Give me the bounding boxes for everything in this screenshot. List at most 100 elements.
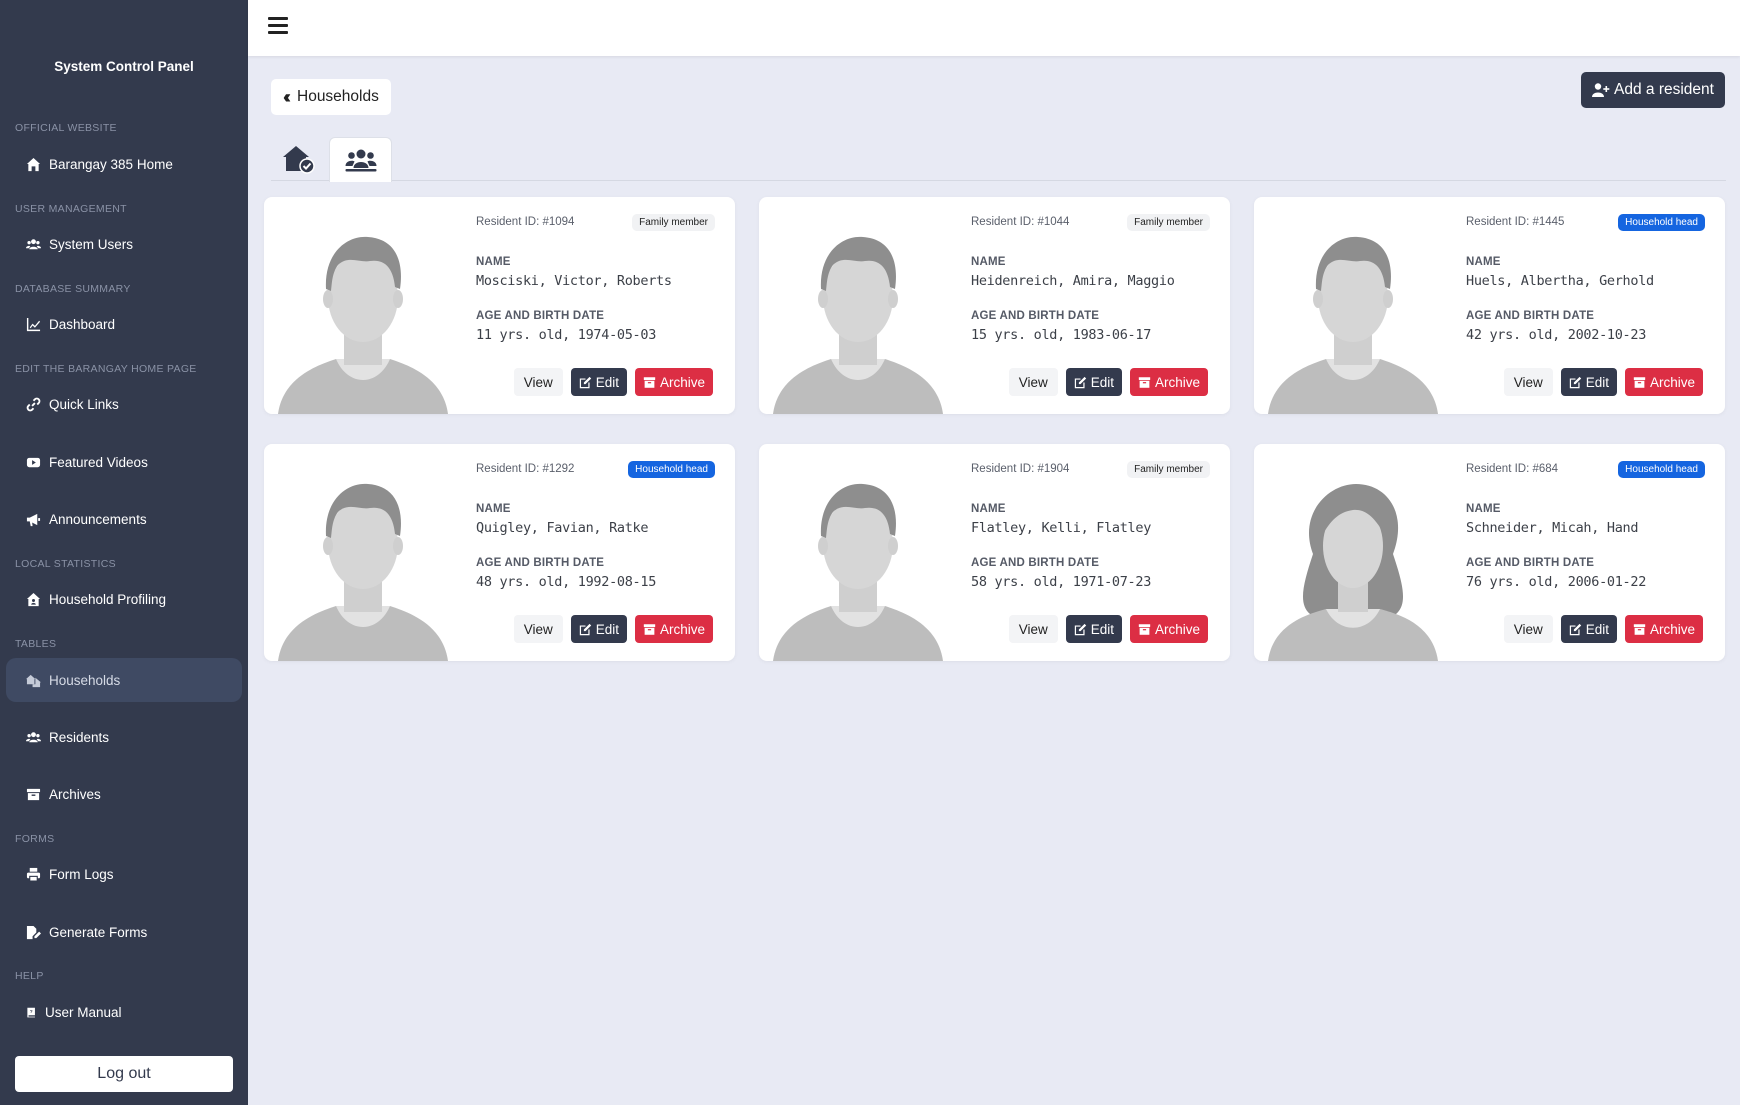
edit-label: Edit: [1585, 374, 1609, 390]
view-button[interactable]: View: [513, 615, 563, 643]
user-plus-icon: [1592, 83, 1610, 97]
brand-title: System Control Panel: [54, 59, 194, 74]
sidebar-item-system-users[interactable]: System Users: [6, 222, 242, 266]
avatar: [1268, 227, 1438, 414]
section-title: OFFICIAL WEBSITE: [15, 122, 117, 134]
sidebar-item-form-logs[interactable]: Form Logs: [6, 852, 242, 896]
archive-button[interactable]: Archive: [1624, 615, 1703, 643]
tab-residents-view[interactable]: [329, 137, 392, 182]
sidebar-item-residents[interactable]: Residents: [6, 715, 242, 759]
file-pen-icon: [26, 925, 41, 939]
sidebar-item-generate-forms[interactable]: Generate Forms: [6, 910, 242, 954]
edit-button[interactable]: Edit: [1560, 615, 1617, 643]
name-label: NAME: [476, 503, 511, 515]
sidebar-item-label: Form Logs: [49, 866, 114, 882]
view-tabs: [271, 137, 1726, 182]
archive-button[interactable]: Archive: [1129, 368, 1208, 396]
bullhorn-icon: [26, 513, 41, 526]
sidebar-item-households[interactable]: Households: [6, 658, 242, 702]
edit-button[interactable]: Edit: [570, 615, 627, 643]
sidebar-item-label: Households: [49, 672, 121, 688]
resident-card: Resident ID: #1904 Family member NAME Flatl…: [759, 444, 1230, 661]
logout-button[interactable]: Log out: [15, 1056, 233, 1092]
sidebar-item-announcements[interactable]: Announcements: [6, 497, 242, 541]
sidebar-item-label: Announcements: [49, 511, 147, 527]
sidebar-item-label: User Manual: [45, 1004, 122, 1020]
sidebar-item-label: Archives: [49, 786, 101, 802]
archive-label: Archive: [1649, 374, 1695, 390]
view-button[interactable]: View: [513, 368, 563, 396]
edit-icon: [579, 376, 591, 388]
archive-label: Archive: [659, 621, 705, 637]
sidebar-item-label: Barangay 385 Home: [49, 156, 173, 172]
view-button[interactable]: View: [1503, 368, 1553, 396]
resident-age: 42 yrs. old, 2002-10-23: [1466, 327, 1647, 343]
sidebar: System Control Panel OFFICIAL WEBSITE Ba…: [0, 0, 248, 1105]
role-badge: Family member: [1127, 214, 1210, 231]
name-label: NAME: [476, 256, 511, 268]
sidebar-item-household-profiling[interactable]: Household Profiling: [6, 577, 242, 621]
avatar: [278, 227, 448, 414]
edit-button[interactable]: Edit: [570, 368, 627, 396]
resident-name: Quigley, Favian, Ratke: [476, 520, 649, 536]
archive-icon: [26, 788, 41, 800]
archive-label: Archive: [1649, 621, 1695, 637]
archive-label: Archive: [1154, 374, 1200, 390]
section-title: LOCAL STATISTICS: [15, 558, 116, 570]
archive-button[interactable]: Archive: [1624, 368, 1703, 396]
section-title: USER MANAGEMENT: [15, 203, 127, 215]
add-resident-button[interactable]: Add a resident: [1581, 72, 1725, 108]
name-label: NAME: [971, 503, 1006, 515]
archive-button[interactable]: Archive: [1129, 615, 1208, 643]
resident-card: Resident ID: #1094 Family member NAME Mosci…: [264, 197, 735, 414]
resident-id: Resident ID: #1094: [476, 216, 575, 228]
archive-button[interactable]: Archive: [634, 368, 713, 396]
section-title: FORMS: [15, 833, 55, 845]
resident-age: 48 yrs. old, 1992-08-15: [476, 574, 657, 590]
sidebar-item-home[interactable]: Barangay 385 Home: [6, 142, 242, 186]
archive-label: Archive: [659, 374, 705, 390]
resident-id: Resident ID: #684: [1466, 463, 1559, 475]
resident-id: Resident ID: #1292: [476, 463, 575, 475]
archive-icon: [1633, 376, 1646, 388]
resident-name: Heidenreich, Amira, Maggio: [971, 273, 1175, 289]
book-icon: ?: [27, 1007, 35, 1017]
age-label: AGE AND BIRTH DATE: [971, 557, 1100, 569]
age-label: AGE AND BIRTH DATE: [1466, 557, 1595, 569]
edit-button[interactable]: Edit: [1065, 615, 1122, 643]
svg-text:?: ?: [30, 1009, 33, 1015]
card-actions: View Edit Archive: [1008, 615, 1208, 643]
view-button[interactable]: View: [1008, 368, 1058, 396]
tab-households-view[interactable]: [271, 137, 326, 182]
print-icon: [26, 867, 41, 882]
view-button[interactable]: View: [1503, 615, 1553, 643]
archive-icon: [1138, 376, 1151, 388]
resident-name: Mosciski, Victor, Roberts: [476, 273, 672, 289]
edit-icon: [1074, 376, 1086, 388]
add-resident-label: Add a resident: [1614, 81, 1714, 98]
back-to-households-button[interactable]: ‹‹ Households: [271, 79, 391, 115]
sidebar-item-label: System Users: [49, 236, 134, 252]
resident-age: 11 yrs. old, 1974-05-03: [476, 327, 657, 343]
chart-line-icon: [26, 317, 41, 331]
sidebar-item-archives[interactable]: Archives: [6, 772, 242, 816]
sidebar-item-featured-videos[interactable]: Featured Videos: [6, 440, 242, 484]
sidebar-item-label: Featured Videos: [49, 454, 148, 470]
sidebar-item-quick-links[interactable]: Quick Links: [6, 382, 242, 426]
edit-button[interactable]: Edit: [1560, 368, 1617, 396]
link-icon: [26, 397, 41, 411]
sidebar-item-dashboard[interactable]: Dashboard: [6, 302, 242, 346]
resident-name: Schneider, Micah, Hand: [1466, 520, 1639, 536]
archive-button[interactable]: Archive: [634, 615, 713, 643]
sidebar-item-label: Dashboard: [49, 316, 116, 332]
name-label: NAME: [971, 256, 1006, 268]
menu-toggle-icon[interactable]: [268, 17, 288, 37]
resident-card: Resident ID: #1292 Household head NAME Quig…: [264, 444, 735, 661]
section-title: DATABASE SUMMARY: [15, 283, 131, 295]
edit-button[interactable]: Edit: [1065, 368, 1122, 396]
section-title: HELP: [15, 970, 44, 982]
view-button[interactable]: View: [1008, 615, 1058, 643]
section-title: TABLES: [15, 638, 57, 650]
sidebar-item-user-manual[interactable]: ? User Manual: [6, 990, 242, 1034]
archive-icon: [1633, 623, 1646, 635]
